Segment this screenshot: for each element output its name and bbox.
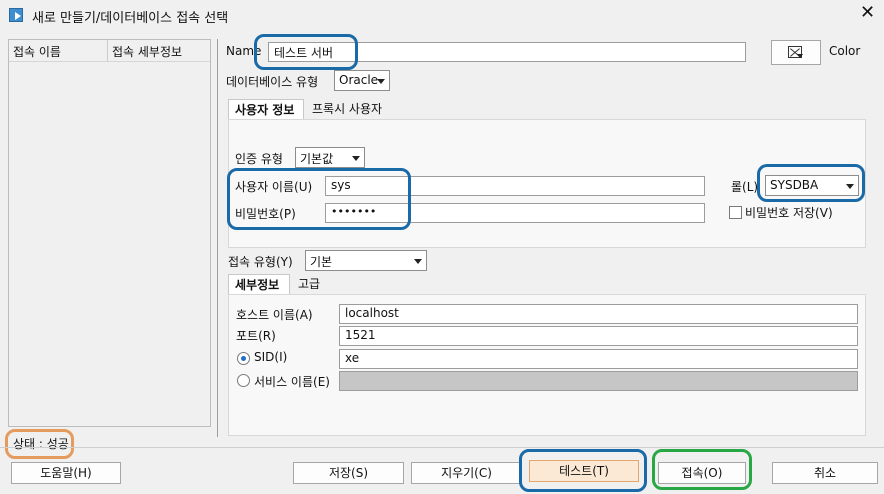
service-input <box>339 371 858 391</box>
credentials-highlight <box>227 168 411 230</box>
conn-type-value: 기본 <box>310 255 333 269</box>
list-header: 접속 이름 접속 세부정보 <box>9 40 210 62</box>
window-title: 새로 만들기/데이터베이스 접속 선택 <box>32 11 229 26</box>
service-radio[interactable] <box>237 374 250 387</box>
db-type-value: Oracle <box>339 73 379 87</box>
name-highlight <box>254 34 358 70</box>
bottom-divider <box>0 447 884 448</box>
tab-details[interactable]: 세부정보 <box>228 274 290 294</box>
port-label: 포트(R) <box>236 329 276 343</box>
help-button[interactable]: 도움말(H) <box>11 462 121 484</box>
auth-type-select[interactable]: 기본값 <box>295 147 365 168</box>
db-type-select[interactable]: Oracle <box>334 70 390 91</box>
status-highlight <box>5 429 74 459</box>
tab-advanced[interactable]: 고급 <box>292 274 332 294</box>
tab-user-info[interactable]: 사용자 정보 <box>228 99 304 119</box>
splitter[interactable] <box>217 39 218 437</box>
conn-type-select[interactable]: 기본 <box>305 250 427 271</box>
color-button[interactable] <box>771 40 821 65</box>
sid-radio[interactable] <box>237 352 250 365</box>
save-password-label: 비밀번호 저장(V) <box>745 206 833 220</box>
port-input[interactable]: 1521 <box>339 326 858 346</box>
title-bar: 새로 만들기/데이터베이스 접속 선택 ✕ <box>0 0 884 30</box>
db-type-label: 데이터베이스 유형 <box>226 75 319 89</box>
close-icon[interactable]: ✕ <box>860 4 875 22</box>
conn-type-label: 접속 유형(Y) <box>228 255 293 269</box>
sid-input[interactable]: xe <box>339 349 858 369</box>
connect-highlight <box>652 449 752 490</box>
column-connection-detail[interactable]: 접속 세부정보 <box>112 43 182 60</box>
tab-proxy-user[interactable]: 프록시 사용자 <box>306 99 390 119</box>
color-label: Color <box>829 44 861 58</box>
cancel-button[interactable]: 취소 <box>772 462 878 484</box>
sid-label: SID(I) <box>254 350 288 364</box>
auth-type-label: 인증 유형 <box>235 152 283 166</box>
auth-type-value: 기본값 <box>300 152 334 166</box>
save-password-checkbox[interactable] <box>729 206 742 219</box>
column-connection-name[interactable]: 접속 이름 <box>13 43 61 60</box>
role-label: 롤(L) <box>731 180 759 194</box>
test-highlight <box>519 449 647 492</box>
host-input[interactable]: localhost <box>339 304 858 324</box>
app-icon <box>9 8 23 22</box>
service-label: 서비스 이름(E) <box>254 375 330 389</box>
connection-list[interactable]: 접속 이름 접속 세부정보 <box>8 39 211 427</box>
save-button[interactable]: 저장(S) <box>293 462 404 484</box>
clear-button[interactable]: 지우기(C) <box>411 462 522 484</box>
host-label: 호스트 이름(A) <box>236 308 313 322</box>
role-highlight <box>757 164 865 202</box>
